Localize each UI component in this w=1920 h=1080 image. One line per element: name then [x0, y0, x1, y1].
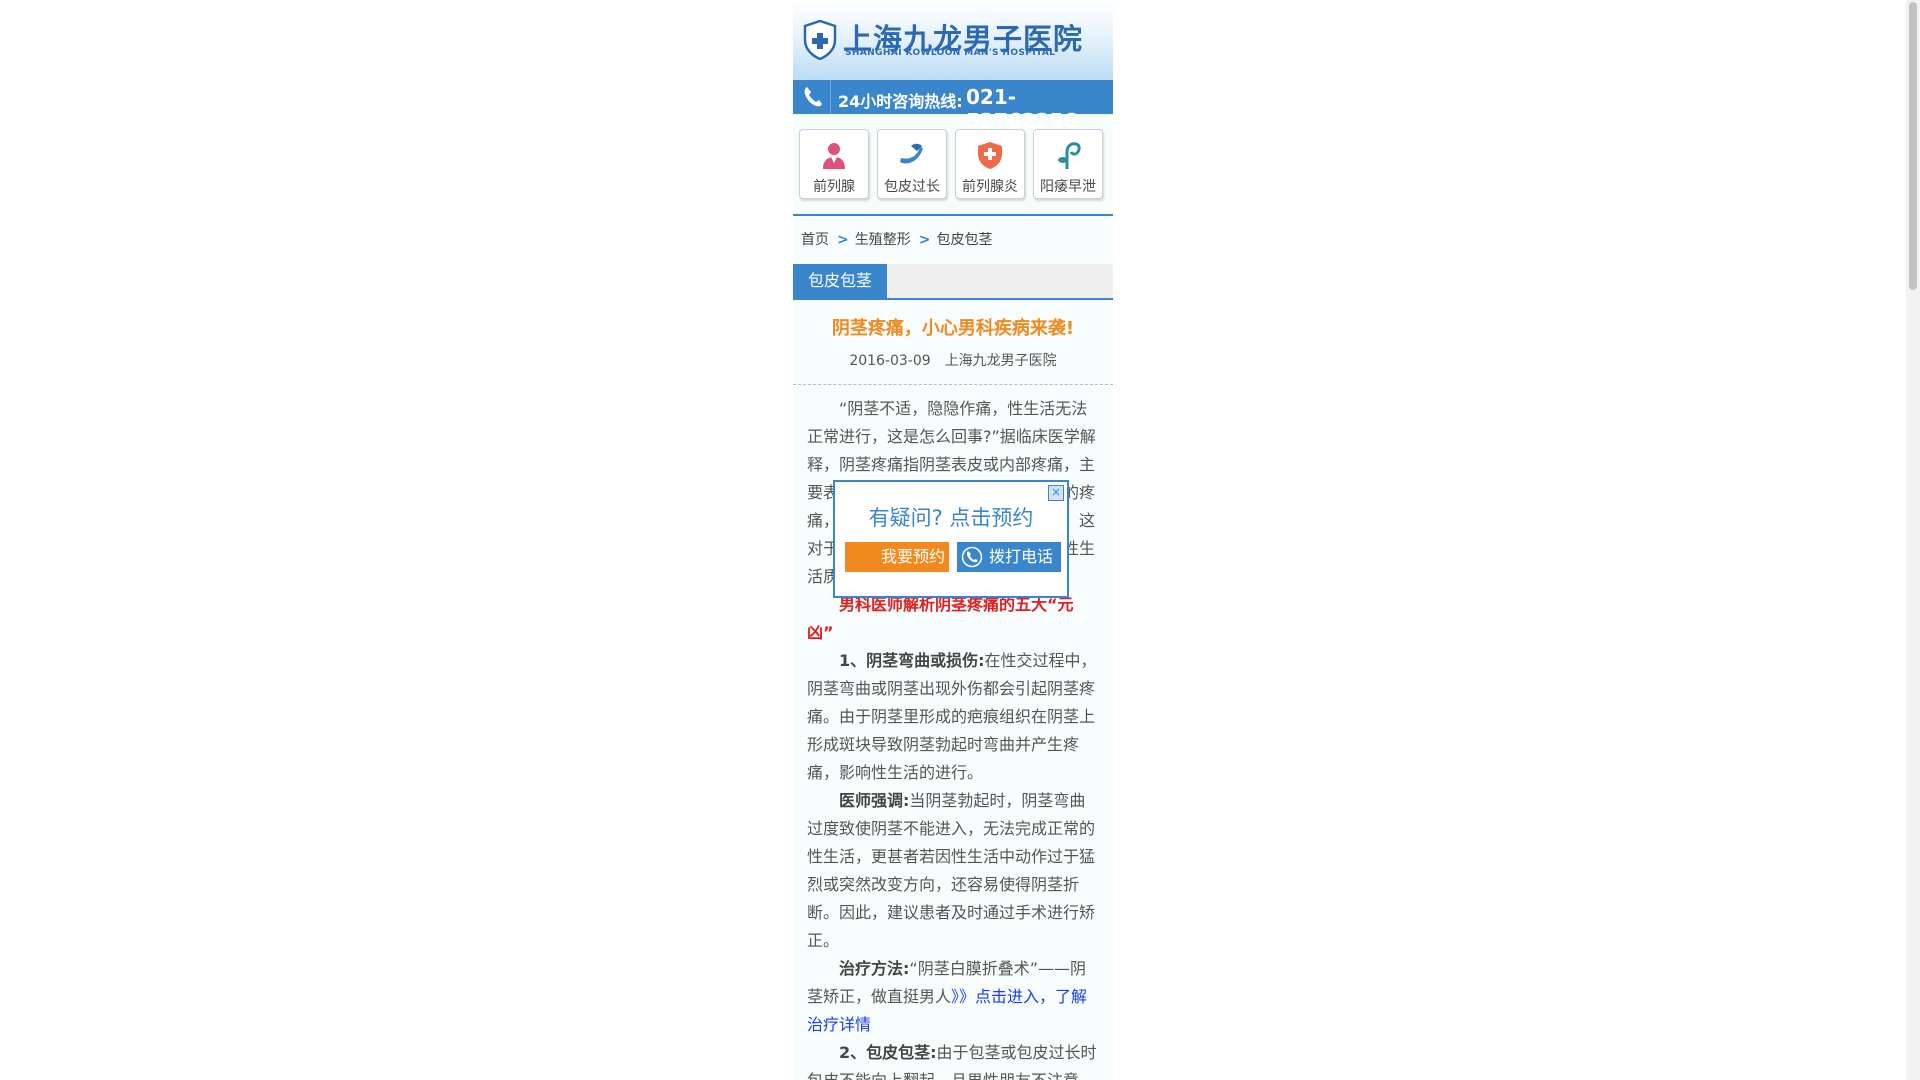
- tab-phimosis[interactable]: 包皮包茎: [793, 264, 887, 298]
- wilted-plant-icon: [1058, 142, 1081, 169]
- section-heading: 男科医师解析阴茎疼痛的五大“元凶”: [807, 595, 1074, 642]
- item-title: 治疗方法:: [839, 959, 910, 978]
- mobile-page: 上海九龙男子医院 SHANGHAI KOWLOON MAN'S HOSPITAL…: [793, 0, 1113, 1080]
- phone-icon: [804, 87, 822, 107]
- nav-item-label: 前列腺: [813, 179, 855, 195]
- nav-item-label: 阳痿早泄: [1040, 179, 1096, 195]
- item-title: 2、包皮包茎:: [839, 1043, 937, 1062]
- hotline-bar[interactable]: 24小时咨询热线: 021-52762256: [793, 80, 1113, 133]
- call-button-label: 拨打电话: [988, 547, 1053, 566]
- medical-shield-icon: [978, 142, 1002, 169]
- popup-question: 有疑问? 点击预约: [868, 506, 1034, 530]
- nav-item-phimosis[interactable]: 包皮过长: [877, 129, 947, 199]
- article-paragraph: 1、阴茎弯曲或损伤:在性交过程中，阴茎弯曲或阴茎出现外伤都会引起阴茎疼痛。由于阴…: [807, 647, 1099, 787]
- hotline-divider: [830, 80, 831, 114]
- site-header: 上海九龙男子医院 SHANGHAI KOWLOON MAN'S HOSPITAL: [793, 0, 1113, 80]
- article-paragraph: 医师强调:当阴茎勃起时，阴茎弯曲过度致使阴茎不能进入，无法完成正常的性生活，更甚…: [807, 787, 1099, 955]
- article-paragraph: 治疗方法:“阴茎白膜折叠术”——阴茎矫正，做直挺男人》》点击进入，了解治疗详情: [807, 955, 1099, 1039]
- page-scrollbar[interactable]: [1906, 0, 1920, 1080]
- banana-icon: [900, 143, 923, 164]
- breadcrumb-level2[interactable]: 包皮包茎: [936, 232, 992, 248]
- article-paragraph: 2、包皮包茎:由于包茎或包皮过长时包皮不能向上翻起，且男性朋友不注意: [807, 1039, 1099, 1080]
- item-text: 当阴茎勃起时，阴茎弯曲过度致使阴茎不能进入，无法完成正常的性生活，更甚者若因性生…: [807, 791, 1096, 950]
- category-tab-bar: 包皮包茎: [793, 264, 1113, 300]
- article-title: 阴茎疼痛，小心男科疾病来袭!: [831, 318, 1075, 339]
- nav-item-ed[interactable]: 阳痿早泄: [1033, 129, 1103, 199]
- article-meta: 2016-03-09 上海九龙男子医院: [793, 350, 1113, 370]
- breadcrumb-home[interactable]: 首页: [801, 232, 829, 248]
- category-nav: 前列腺 包皮过长 前列腺炎 阳痿早泄: [793, 114, 1113, 199]
- scrollbar-thumb[interactable]: [1909, 2, 1917, 290]
- breadcrumb-level1[interactable]: 生殖整形: [855, 232, 911, 248]
- nav-item-label: 包皮过长: [884, 179, 940, 195]
- nav-item-prostatitis[interactable]: 前列腺炎: [955, 129, 1025, 199]
- book-appointment-button[interactable]: 我要预约: [845, 542, 949, 572]
- hotline-label: 24小时咨询热线:: [838, 92, 963, 111]
- hospital-name-en: SHANGHAI KOWLOON MAN'S HOSPITAL: [845, 48, 1056, 58]
- breadcrumb-separator: >: [918, 232, 931, 248]
- breadcrumb-separator: >: [837, 232, 849, 248]
- item-title: 医师强调:: [839, 791, 910, 810]
- article-source: 上海九龙男子医院: [944, 353, 1057, 369]
- nav-item-label: 前列腺炎: [962, 179, 1018, 195]
- call-button[interactable]: 拨打电话: [957, 542, 1061, 572]
- breadcrumb: 首页 > 生殖整形 > 包皮包茎: [793, 216, 1113, 264]
- article-date: 2016-03-09: [849, 353, 931, 369]
- item-text: 在性交过程中，阴茎弯曲或阴茎出现外伤都会引起阴茎疼痛。由于阴茎里形成的疤痕组织在…: [807, 651, 1097, 782]
- doctor-icon: [823, 143, 845, 169]
- nav-item-prostate[interactable]: 前列腺: [799, 129, 869, 199]
- item-title: 1、阴茎弯曲或损伤:: [839, 651, 985, 670]
- phone-icon: [961, 546, 983, 568]
- consult-popup: × 有疑问? 点击预约 我要预约 拨打电话: [833, 480, 1069, 598]
- hospital-shield-icon: [803, 20, 837, 60]
- article-paragraph: 男科医师解析阴茎疼痛的五大“元凶”: [807, 591, 1099, 647]
- close-icon[interactable]: ×: [1048, 485, 1064, 501]
